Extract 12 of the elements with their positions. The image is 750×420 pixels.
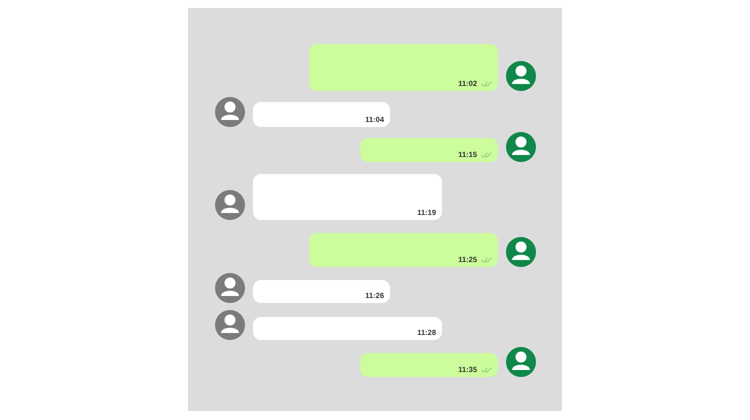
avatar-icon — [215, 190, 245, 220]
avatar-icon — [215, 310, 245, 340]
avatar-icon — [215, 97, 245, 127]
avatar-icon — [506, 347, 536, 377]
avatar-icon — [506, 61, 536, 91]
double-check-icon — [481, 257, 492, 263]
double-check-icon — [481, 81, 492, 87]
avatar-icon — [215, 273, 245, 303]
double-check-icon — [481, 367, 492, 373]
avatar-icon — [506, 237, 536, 267]
double-check-icon — [481, 152, 492, 158]
avatar-icon — [506, 132, 536, 162]
